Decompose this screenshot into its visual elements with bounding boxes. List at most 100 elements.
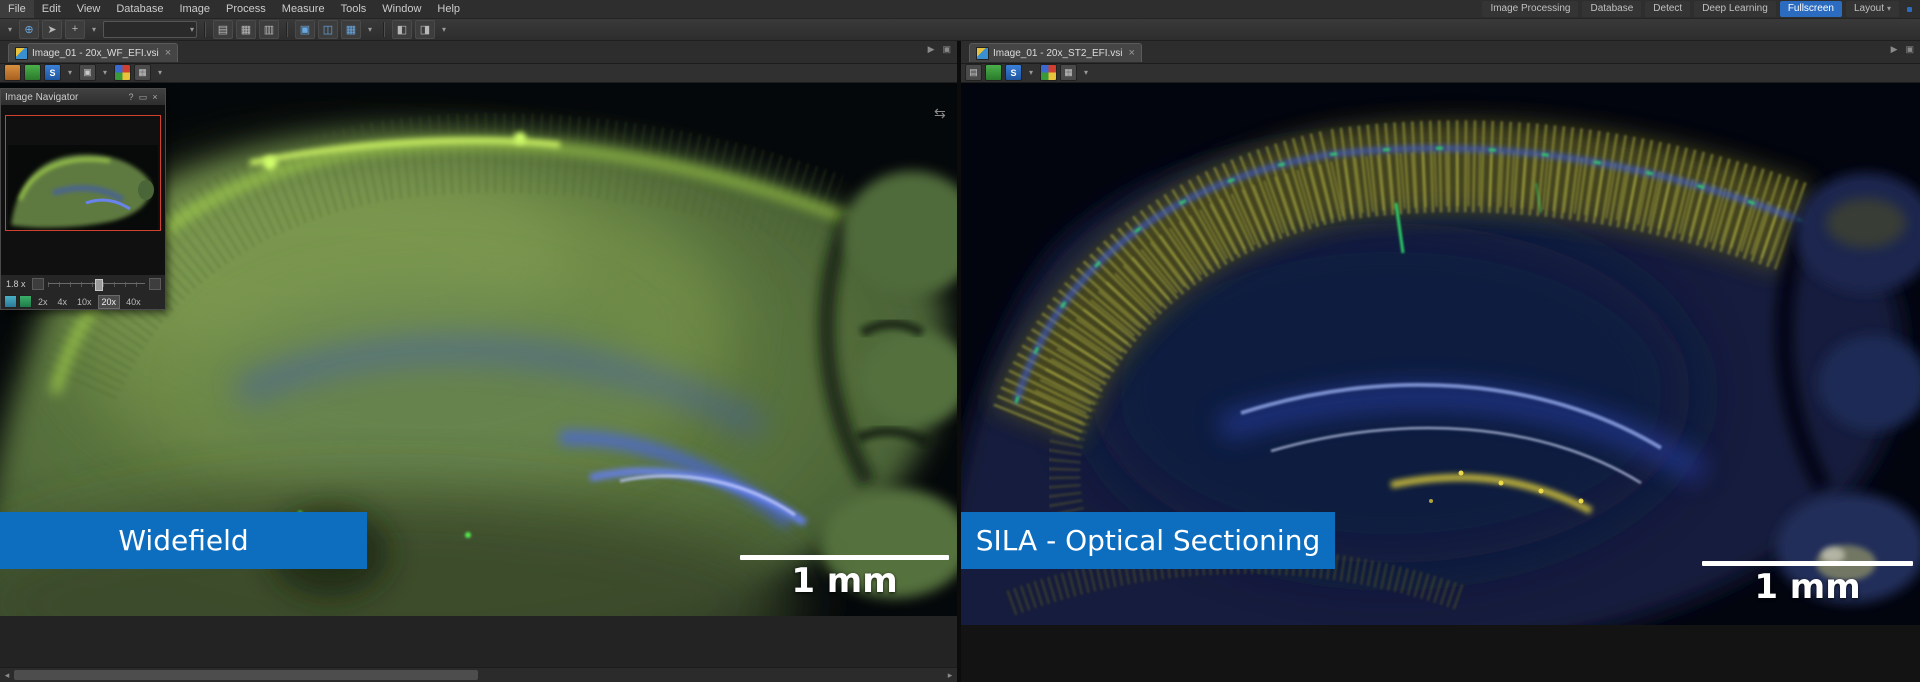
- close-icon[interactable]: ×: [149, 92, 161, 102]
- menu-item-tools[interactable]: Tools: [333, 0, 375, 18]
- channel-tool-icon[interactable]: [985, 64, 1002, 81]
- zoom-out-button[interactable]: [32, 278, 44, 290]
- zoom-slider[interactable]: [48, 279, 145, 289]
- overview-mode-icon[interactable]: [4, 295, 17, 308]
- zoom-tool-icon[interactable]: ⊕: [19, 20, 39, 39]
- menu-item-measure[interactable]: Measure: [274, 0, 333, 18]
- grid-view-icon[interactable]: ▦: [341, 20, 361, 39]
- grid-overlay-icon[interactable]: ▦: [1060, 64, 1077, 81]
- color-mode-icon[interactable]: [114, 64, 131, 81]
- navigator-magnification-row: 2x 4x 10x 20x 40x: [1, 294, 165, 309]
- scalebar: [1702, 561, 1913, 566]
- scalebar-label: 1 mm: [1702, 567, 1913, 607]
- ribbon-button-database[interactable]: Database: [1582, 1, 1641, 17]
- left-panel-toolbar: S ▾ ▣ ▾ ▦ ▾: [0, 63, 957, 83]
- menu-item-edit[interactable]: Edit: [34, 0, 69, 18]
- menu-item-image[interactable]: Image: [171, 0, 218, 18]
- ribbon-button-fullscreen[interactable]: Fullscreen: [1780, 1, 1842, 17]
- mag-button-20x[interactable]: 20x: [98, 295, 121, 309]
- status-dot-icon: [1907, 7, 1912, 12]
- close-icon[interactable]: ×: [165, 47, 171, 59]
- layout-grid-icon[interactable]: ▥: [259, 20, 279, 39]
- scrollbar-thumb[interactable]: [14, 670, 478, 680]
- chevron-down-icon[interactable]: ▾: [4, 20, 16, 39]
- tab-list-icon[interactable]: ▣: [942, 44, 951, 55]
- annotation-tool-icon[interactable]: [4, 64, 21, 81]
- scaling-tool-icon[interactable]: S: [1005, 64, 1022, 81]
- chevron-down-icon[interactable]: ▾: [364, 20, 376, 39]
- image-file-icon: [976, 47, 989, 60]
- tab-right-image[interactable]: Image_01 - 20x_ST2_EFI.vsi ×: [969, 43, 1142, 62]
- scroll-right-icon[interactable]: ▸: [943, 668, 957, 682]
- grid-overlay-icon[interactable]: ▦: [134, 64, 151, 81]
- left-tab-bar: Image_01 - 20x_WF_EFI.vsi × ▶ ▣: [0, 41, 957, 64]
- scroll-left-icon[interactable]: ◂: [0, 668, 14, 682]
- tab-scroll-icon[interactable]: ▶: [928, 44, 935, 55]
- tab-left-image[interactable]: Image_01 - 20x_WF_EFI.vsi ×: [8, 43, 178, 62]
- split-right-icon[interactable]: ◨: [415, 20, 435, 39]
- chevron-down-icon[interactable]: ▾: [64, 63, 76, 82]
- channel-tool-icon[interactable]: [24, 64, 41, 81]
- frame-tool-icon[interactable]: ▣: [79, 64, 96, 81]
- scaling-tool-icon[interactable]: S: [44, 64, 61, 81]
- chevron-down-icon: ▾: [1887, 4, 1891, 13]
- chevron-down-icon[interactable]: ▾: [88, 20, 100, 39]
- tile-view-icon[interactable]: ▣: [295, 20, 315, 39]
- overlay-view-icon[interactable]: ◫: [318, 20, 338, 39]
- pointer-tool-icon[interactable]: ➤: [42, 20, 62, 39]
- chevron-down-icon[interactable]: ▾: [1080, 63, 1092, 82]
- layout-grid-icon[interactable]: ▦: [236, 20, 256, 39]
- zoom-value: 1.8 x: [6, 279, 32, 289]
- mag-button-4x[interactable]: 4x: [54, 295, 72, 309]
- menu-item-view[interactable]: View: [69, 0, 109, 18]
- fit-view-icon[interactable]: [19, 295, 32, 308]
- ribbon-button-deep-learning[interactable]: Deep Learning: [1694, 1, 1776, 17]
- ribbon-button-layout[interactable]: Layout▾: [1846, 1, 1899, 17]
- right-panel-toolbar: ▤ S ▾ ▦ ▾: [961, 63, 1920, 83]
- chevron-down-icon[interactable]: ▾: [99, 63, 111, 82]
- pan-tool-icon[interactable]: +: [65, 20, 85, 39]
- magnification-combobox[interactable]: ▾: [103, 21, 197, 38]
- panel-divider[interactable]: [957, 41, 961, 682]
- layout-grid-icon[interactable]: ▤: [213, 20, 233, 39]
- horizontal-scrollbar[interactable]: ◂ ▸: [0, 667, 957, 682]
- widefield-annotation-label: Widefield: [0, 512, 367, 569]
- sync-view-icon[interactable]: ⇆: [934, 105, 946, 122]
- chevron-down-icon[interactable]: ▾: [438, 20, 450, 39]
- menu-item-window[interactable]: Window: [374, 0, 429, 18]
- ribbon-button-detect[interactable]: Detect: [1645, 1, 1690, 17]
- pin-icon[interactable]: ▭: [137, 92, 149, 103]
- help-icon[interactable]: ?: [125, 92, 137, 102]
- ribbon-button-image-processing[interactable]: Image Processing: [1482, 1, 1578, 17]
- tab-title: Image_01 - 20x_ST2_EFI.vsi: [993, 48, 1123, 59]
- tab-scroll-icon[interactable]: ▶: [1891, 44, 1898, 55]
- chevron-down-icon[interactable]: ▾: [154, 63, 166, 82]
- workflow-ribbon: Image Processing Database Detect Deep Le…: [1482, 1, 1912, 17]
- split-left-icon[interactable]: ◧: [392, 20, 412, 39]
- close-icon[interactable]: ×: [1129, 47, 1135, 59]
- mag-button-10x[interactable]: 10x: [73, 295, 96, 309]
- right-tab-bar: Image_01 - 20x_ST2_EFI.vsi × ▶ ▣: [961, 41, 1920, 64]
- right-image-viewport[interactable]: SILA - Optical Sectioning 1 mm: [961, 83, 1920, 625]
- mag-button-40x[interactable]: 40x: [122, 295, 145, 309]
- navigator-thumbnail[interactable]: [1, 105, 165, 275]
- application-window: File Edit View Database Image Process Me…: [0, 0, 1920, 682]
- toolbar-separator: [383, 22, 385, 37]
- zoom-in-button[interactable]: [149, 278, 161, 290]
- color-mode-icon[interactable]: [1040, 64, 1057, 81]
- sila-annotation-label: SILA - Optical Sectioning: [961, 512, 1335, 569]
- image-navigator-panel: Image Navigator ? ▭ × 1.8 x: [0, 88, 166, 310]
- navigator-zoom-row: 1.8 x: [1, 275, 165, 293]
- page-tool-icon[interactable]: ▤: [965, 64, 982, 81]
- mag-button-2x[interactable]: 2x: [34, 295, 52, 309]
- menu-item-process[interactable]: Process: [218, 0, 274, 18]
- navigator-view-rectangle[interactable]: [5, 115, 161, 231]
- menu-item-file[interactable]: File: [0, 0, 34, 18]
- menu-item-database[interactable]: Database: [108, 0, 171, 18]
- tab-list-icon[interactable]: ▣: [1905, 44, 1914, 55]
- zoom-slider-handle[interactable]: [95, 279, 103, 291]
- menu-item-help[interactable]: Help: [429, 0, 468, 18]
- navigator-titlebar[interactable]: Image Navigator ? ▭ ×: [1, 89, 165, 106]
- image-file-icon: [15, 47, 28, 60]
- chevron-down-icon[interactable]: ▾: [1025, 63, 1037, 82]
